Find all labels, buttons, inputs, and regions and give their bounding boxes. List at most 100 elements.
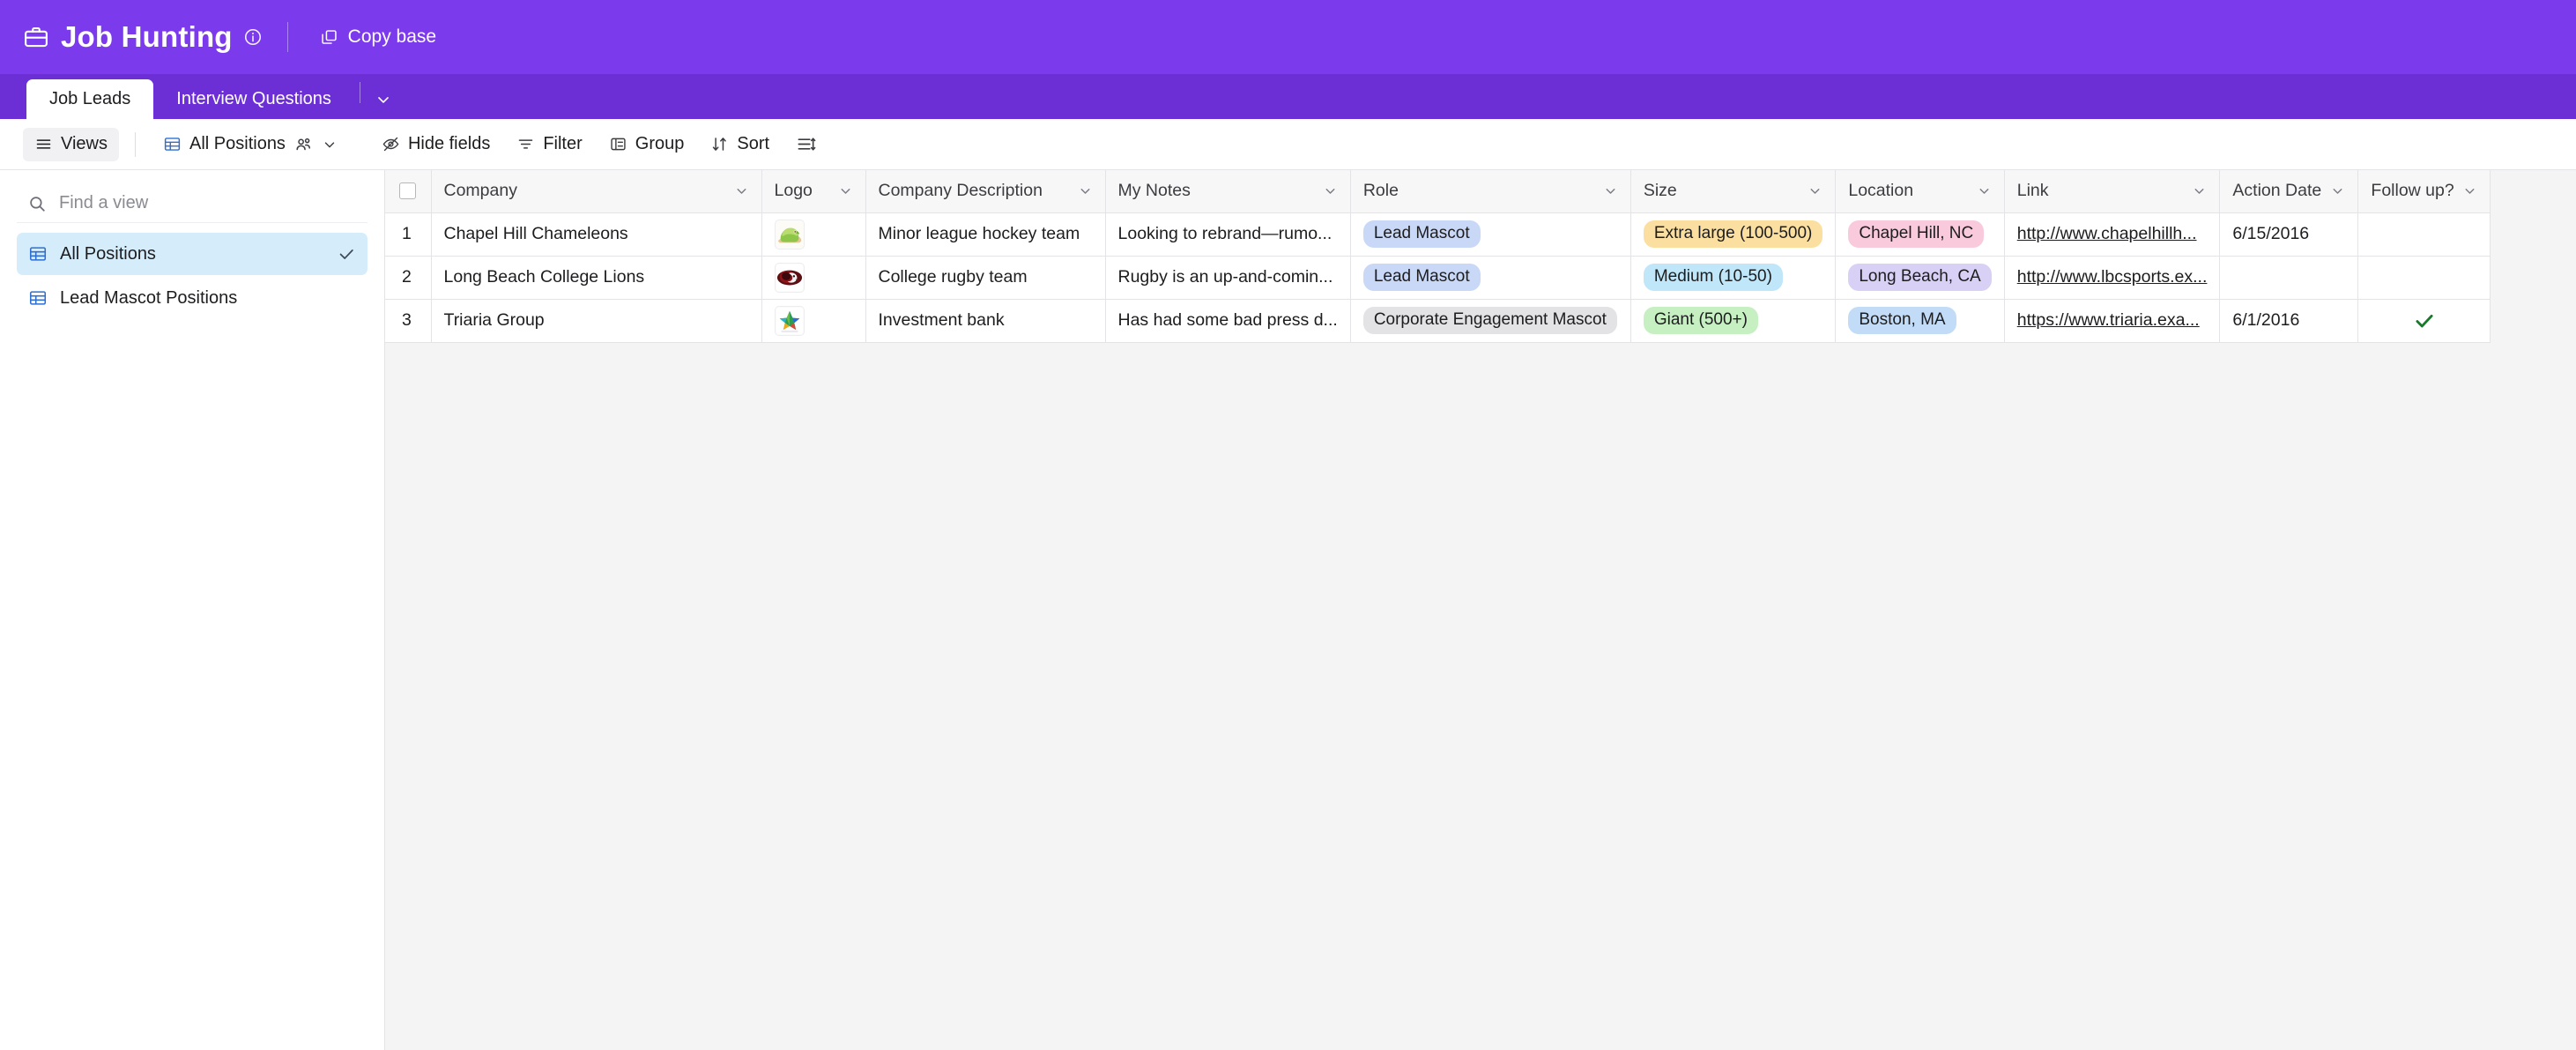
table-row[interactable]: 3 Triaria Group Investment bank Has had … [385, 299, 2491, 343]
chevron-down-icon [322, 137, 338, 153]
cell-my-notes[interactable]: Has had some bad press d... [1105, 299, 1351, 343]
size-badge: Giant (500+) [1643, 307, 1758, 334]
cell-role[interactable]: Corporate Engagement Mascot [1350, 299, 1631, 343]
table-row[interactable]: 2 Long Beach College Lions College rugby… [385, 256, 2491, 300]
row-number[interactable]: 2 [385, 256, 432, 300]
check-icon [337, 244, 356, 264]
cell-company[interactable]: Long Beach College Lions [431, 256, 762, 300]
grid-table-icon [28, 244, 48, 264]
chevron-down-icon[interactable] [838, 183, 853, 198]
chevron-down-icon[interactable] [1603, 183, 1618, 198]
tab-label: Interview Questions [176, 89, 331, 108]
cell-company-description[interactable]: Minor league hockey team [865, 212, 1106, 257]
row-number[interactable]: 1 [385, 212, 432, 257]
column-header-role[interactable]: Role [1350, 170, 1631, 213]
link-text[interactable]: https://www.triaria.exa... [2017, 310, 2200, 330]
location-badge: Boston, MA [1848, 307, 1956, 334]
cell-my-notes[interactable]: Rugby is an up-and-comin... [1105, 256, 1351, 300]
tab-interview-questions[interactable]: Interview Questions [153, 79, 354, 119]
cell-location[interactable]: Boston, MA [1835, 299, 2005, 343]
cell-logo[interactable] [761, 299, 866, 343]
cell-company-description[interactable]: Investment bank [865, 299, 1106, 343]
current-view-button[interactable]: All Positions [152, 128, 349, 161]
sidebar-item-all-positions[interactable]: All Positions [17, 233, 367, 275]
grid-table-icon [163, 135, 182, 153]
sidebar-item-lead-mascot-positions[interactable]: Lead Mascot Positions [17, 277, 367, 319]
group-label: Group [635, 134, 685, 153]
view-toolbar: Views All Positions Hide fields Filter G… [0, 119, 2576, 170]
cell-company[interactable]: Triaria Group [431, 299, 762, 343]
cell-link[interactable]: https://www.triaria.exa... [2004, 299, 2221, 343]
cell-location[interactable]: Chapel Hill, NC [1835, 212, 2005, 257]
column-header-size[interactable]: Size [1630, 170, 1837, 213]
info-icon[interactable] [243, 27, 263, 47]
view-sidebar: All Positions Lead Mascot Positions [0, 170, 385, 1050]
chevron-down-icon[interactable] [1323, 183, 1338, 198]
cell-role[interactable]: Lead Mascot [1350, 212, 1631, 257]
group-button[interactable]: Group [598, 128, 696, 161]
row-number[interactable]: 3 [385, 299, 432, 343]
cell-location[interactable]: Long Beach, CA [1835, 256, 2005, 300]
sort-button[interactable]: Sort [699, 128, 781, 161]
cell-size[interactable]: Extra large (100-500) [1630, 212, 1837, 257]
row-height-icon [796, 134, 816, 154]
search-icon [27, 194, 47, 213]
cell-role[interactable]: Lead Mascot [1350, 256, 1631, 300]
chevron-down-icon[interactable] [2192, 183, 2207, 198]
briefcase-icon [23, 24, 49, 50]
table-header-row: Company Logo Company Description My Note… [385, 170, 2491, 213]
cell-my-notes[interactable]: Looking to rebrand—rumo... [1105, 212, 1351, 257]
size-badge: Extra large (100-500) [1643, 220, 1823, 248]
column-header-my-notes[interactable]: My Notes [1105, 170, 1351, 213]
column-label: Company Description [878, 181, 1043, 201]
search-input[interactable] [59, 193, 357, 213]
cell-size[interactable]: Giant (500+) [1630, 299, 1837, 343]
view-search-row[interactable] [17, 184, 367, 223]
column-header-link[interactable]: Link [2004, 170, 2221, 213]
star-logo [774, 305, 805, 336]
chevron-down-icon[interactable] [734, 183, 749, 198]
chevron-down-icon[interactable] [1808, 183, 1823, 198]
select-all-header[interactable] [385, 170, 432, 213]
column-header-company-description[interactable]: Company Description [865, 170, 1106, 213]
filter-button[interactable]: Filter [505, 128, 593, 161]
hamburger-icon [34, 135, 53, 153]
record-grid: Company Logo Company Description My Note… [385, 170, 2576, 1050]
column-header-company[interactable]: Company [431, 170, 762, 213]
hide-fields-button[interactable]: Hide fields [370, 128, 501, 161]
cell-link[interactable]: http://www.lbcsports.ex... [2004, 256, 2221, 300]
link-text[interactable]: http://www.chapelhillh... [2017, 224, 2197, 243]
column-label: Size [1643, 181, 1677, 201]
checkbox-unchecked-icon[interactable] [399, 182, 416, 200]
grid-table-icon [28, 288, 48, 308]
cell-link[interactable]: http://www.chapelhillh... [2004, 212, 2221, 257]
views-button[interactable]: Views [23, 127, 119, 161]
cell-company[interactable]: Chapel Hill Chameleons [431, 212, 762, 257]
location-badge: Long Beach, CA [1848, 264, 1992, 291]
chameleon-logo [774, 219, 805, 249]
cell-company-description[interactable]: College rugby team [865, 256, 1106, 300]
copy-base-button[interactable]: Copy base [313, 21, 443, 53]
main-body: All Positions Lead Mascot Positions [0, 170, 2576, 1050]
group-icon [609, 135, 627, 153]
cell-logo[interactable] [761, 256, 866, 300]
table-tab-strip: Job Leads Interview Questions [0, 74, 2576, 119]
copy-base-label: Copy base [347, 26, 437, 47]
eye-slash-icon [382, 135, 400, 153]
people-icon [293, 134, 314, 154]
row-height-button[interactable] [784, 128, 828, 161]
tab-job-leads[interactable]: Job Leads [26, 79, 154, 119]
cell-size[interactable]: Medium (10-50) [1630, 256, 1837, 300]
cell-logo[interactable] [761, 212, 866, 257]
column-header-location[interactable]: Location [1835, 170, 2005, 213]
link-text[interactable]: http://www.lbcsports.ex... [2017, 267, 2208, 287]
column-header-logo[interactable]: Logo [761, 170, 866, 213]
lion-logo [774, 262, 805, 293]
current-view-label: All Positions [189, 134, 286, 153]
sidebar-item-label: Lead Mascot Positions [60, 287, 238, 308]
table-row[interactable]: 1 Chapel Hill Chameleons Minor league ho… [385, 212, 2491, 257]
chevron-down-icon[interactable] [1078, 183, 1093, 198]
tab-overflow-chevron-down-icon[interactable] [364, 79, 403, 119]
chevron-down-icon[interactable] [1977, 183, 1992, 198]
location-badge: Chapel Hill, NC [1848, 220, 1985, 248]
